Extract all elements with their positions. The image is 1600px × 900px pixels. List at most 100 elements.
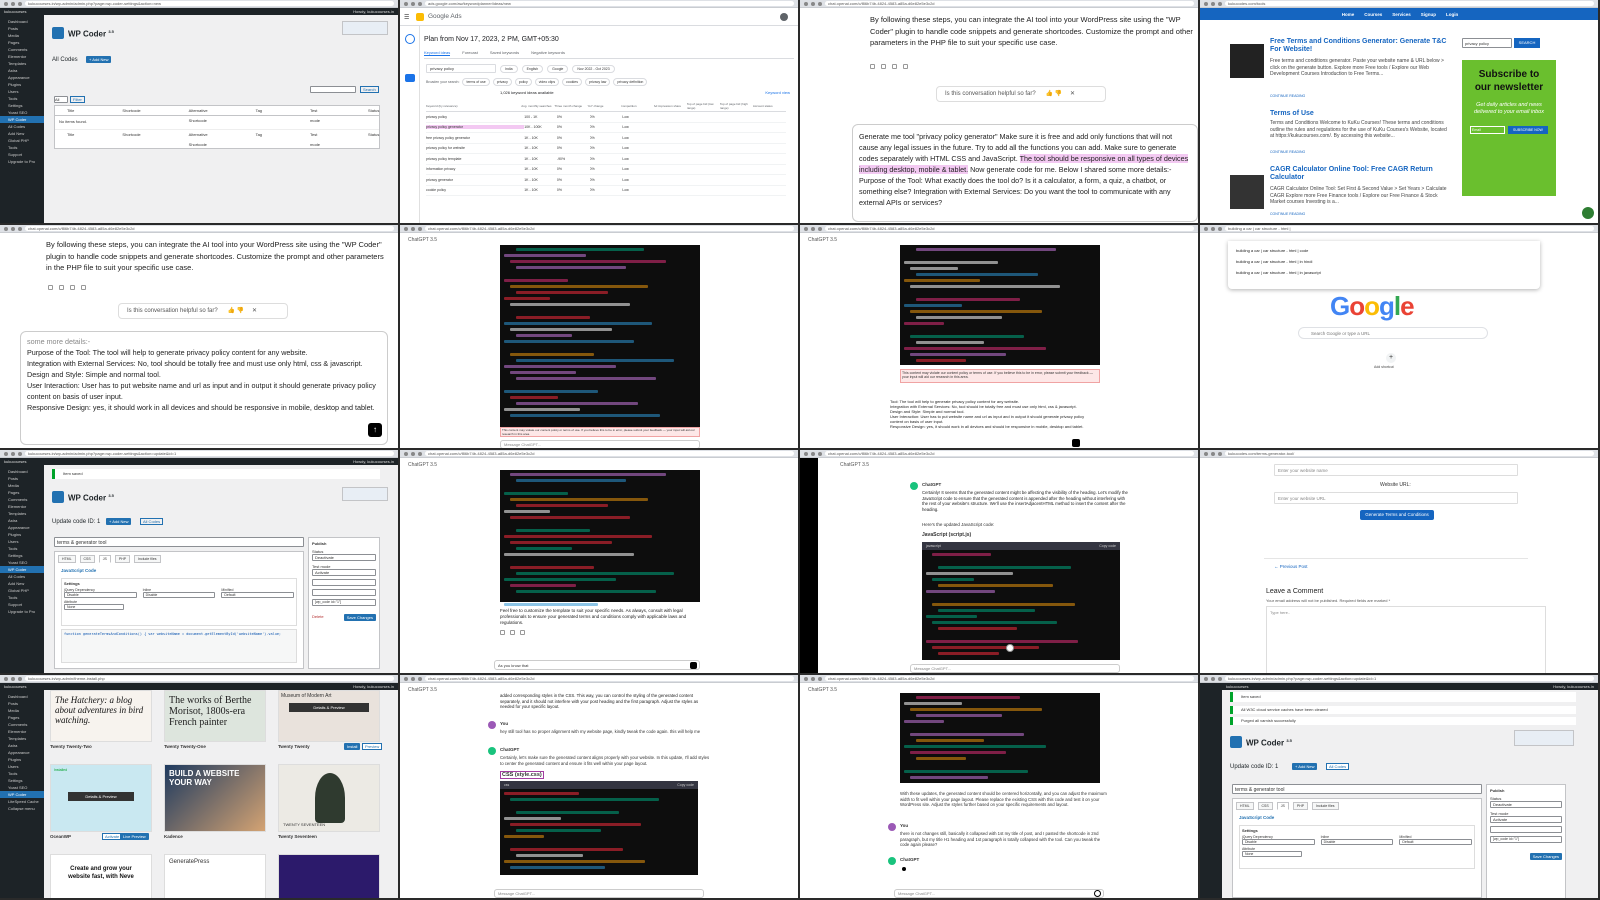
chat-widget-icon[interactable]	[1582, 207, 1594, 219]
sidebar-item[interactable]: Comments	[0, 46, 44, 53]
search-button[interactable]: Search	[360, 86, 379, 93]
theme-card[interactable]	[278, 854, 380, 898]
link-field[interactable]	[312, 589, 376, 596]
address-bar[interactable]: kukucourses.in/wp-admin/admin.php?page=w…	[1225, 676, 1594, 681]
column-header[interactable]: Top of page bid (high range)	[720, 102, 753, 110]
jquery-select[interactable]: Disable	[1242, 839, 1315, 845]
address-bar[interactable]: chat.openai.com/c/f86b74b-4824-4583-a85a…	[825, 451, 1194, 456]
message-input[interactable]: As you know that	[494, 660, 700, 670]
thumbs-down-icon[interactable]: 👎	[237, 308, 244, 314]
sidebar-item[interactable]: Plugins	[0, 531, 44, 538]
column-header[interactable]: Ad impression share	[654, 104, 687, 108]
thumbs-down-icon[interactable]	[520, 630, 525, 635]
table-row[interactable]: information privacy 1K - 10K 0% 0% Low	[426, 165, 786, 175]
regenerate-icon[interactable]	[903, 64, 908, 69]
code-editor[interactable]: function generateTermsAndConditions() { …	[61, 629, 297, 663]
message-input[interactable]: Message ChatGPT...	[894, 889, 1104, 898]
code-tab[interactable]: Include files	[134, 555, 161, 563]
stop-button[interactable]	[1094, 890, 1101, 897]
all-codes-button[interactable]: All Codes	[1326, 763, 1350, 770]
tag-field[interactable]	[1490, 826, 1562, 833]
details-preview-overlay[interactable]: Details & Preview	[68, 792, 134, 801]
subscribe-button[interactable]: SUBSCRIBE NOW	[1507, 126, 1548, 134]
column-header[interactable]: Status	[368, 106, 379, 115]
table-row[interactable]: free privacy policy generator 1K - 10K 0% 0…	[426, 133, 786, 144]
sidebar-item[interactable]: Media	[0, 707, 44, 714]
add-new-button[interactable]: + Add New	[106, 518, 132, 525]
theme-card[interactable]: Museum of Modern Art Details & Preview	[278, 690, 380, 742]
sidebar-item[interactable]: Plugins	[0, 756, 44, 763]
code-tab[interactable]: HTML	[1236, 802, 1254, 810]
sidebar-item[interactable]: Comments	[0, 496, 44, 503]
thumbs-up-icon[interactable]: 👍	[1046, 91, 1053, 97]
theme-card[interactable]: BUILD A WEBSITE YOUR WAY	[164, 764, 266, 832]
message-input[interactable]: Message ChatGPT...	[910, 664, 1120, 673]
delete-link[interactable]: Delete	[312, 614, 324, 621]
code-tab[interactable]: PHP	[114, 555, 131, 563]
post-thumbnail[interactable]	[1230, 44, 1264, 78]
sidebar-item[interactable]: Dashboard	[0, 468, 44, 475]
search-input[interactable]	[310, 86, 356, 93]
tag-field[interactable]	[312, 579, 376, 586]
howdy-label[interactable]: Howdy, kukucourses.in	[353, 8, 394, 15]
save-changes-button[interactable]: Save Changes	[343, 614, 376, 621]
sidebar-item[interactable]: Tools	[0, 770, 44, 777]
top-links-box[interactable]	[1514, 730, 1574, 746]
post-title[interactable]: Terms of Use	[1270, 110, 1314, 117]
sidebar-item[interactable]: Comments	[0, 721, 44, 728]
sidebar-search-input[interactable]: privacy policy	[1462, 38, 1512, 48]
nav-link[interactable]: Login	[1446, 12, 1458, 17]
previous-post-link[interactable]: ← Previous Post	[1274, 564, 1308, 569]
filter-chip[interactable]: English	[521, 65, 544, 73]
email-field[interactable]: Email	[1470, 126, 1505, 134]
sidebar-item[interactable]: Plugins	[0, 81, 44, 88]
sidebar-item[interactable]: Tools	[0, 144, 44, 151]
ads-tab[interactable]: Forecast	[462, 50, 478, 56]
ads-tab[interactable]: Saved keywords	[490, 50, 519, 56]
sidebar-item[interactable]: Tools	[0, 545, 44, 552]
minified-select[interactable]: Default	[221, 592, 295, 598]
code-tab[interactable]: JS	[98, 555, 111, 563]
thumbs-down-icon[interactable]: 👎	[1055, 91, 1062, 97]
thumbs-down-icon[interactable]	[70, 285, 75, 290]
sidebar-item[interactable]: Posts	[0, 475, 44, 482]
live-preview-button[interactable]: Live Preview	[120, 833, 149, 840]
nav-link[interactable]: Courses	[1364, 12, 1382, 17]
send-button[interactable]	[1072, 439, 1080, 447]
save-changes-button[interactable]: Save Changes	[1529, 853, 1562, 860]
sidebar-item[interactable]: Templates	[0, 735, 44, 742]
column-header[interactable]: Avg. monthly searches	[521, 104, 554, 108]
column-header[interactable]: Test mode	[310, 130, 320, 147]
address-bar[interactable]: chat.openai.com/c/f86b74b-4824-4583-a85a…	[425, 676, 794, 681]
keyword-search-input[interactable]: privacy policy	[426, 64, 496, 73]
sidebar-item[interactable]: LiteSpeed Cache	[0, 798, 44, 805]
model-selector[interactable]: ChatGPT 3.5	[808, 687, 837, 693]
model-selector[interactable]: ChatGPT 3.5	[808, 237, 837, 243]
suggestion-item[interactable]: building a car | car structure - html | …	[1236, 256, 1532, 267]
theme-card[interactable]: TWENTY SEVENTEEN	[278, 764, 380, 832]
send-button[interactable]: ↑	[368, 423, 382, 437]
table-row[interactable]: privacy policy template 1K - 10K -90% 0% Low	[426, 154, 786, 165]
code-tab[interactable]: CSS	[1257, 802, 1273, 810]
prompt-textarea[interactable]: some more details:- Purpose of the Tool:…	[20, 331, 388, 445]
details-preview-overlay[interactable]: Details & Preview	[289, 703, 369, 712]
regenerate-icon[interactable]	[81, 285, 86, 290]
table-row[interactable]: privacy policy for website 1K - 10K 0% 0% Lo…	[426, 144, 786, 154]
copy-icon[interactable]	[870, 64, 875, 69]
address-bar[interactable]: chat.openai.com/c/f86b74b-4824-4583-a85a…	[425, 451, 794, 456]
site-name[interactable]: kukucourses	[4, 9, 26, 14]
suggestion-item[interactable]: building a car | car structure - html | …	[1236, 245, 1532, 256]
keyword-chip[interactable]: terms of use	[462, 78, 490, 86]
model-selector[interactable]: ChatGPT 3.5	[408, 462, 437, 468]
top-links-box[interactable]	[342, 21, 388, 35]
install-button[interactable]: Install	[344, 743, 361, 750]
thumbs-up-icon[interactable]	[881, 64, 886, 69]
column-header[interactable]: Alternative Shortcode	[189, 130, 208, 147]
column-header[interactable]: YoY change	[587, 104, 620, 108]
thumbs-up-icon[interactable]: 👍	[228, 308, 235, 314]
all-codes-button[interactable]: All Codes	[140, 518, 164, 525]
google-search-box[interactable]: Search Google or type a URL	[1298, 327, 1488, 339]
column-header[interactable]: Title	[67, 106, 74, 115]
sidebar-item[interactable]: Users	[0, 538, 44, 545]
address-bar[interactable]: chat.openai.com/c/f86b74b-4824-4583-a85a…	[25, 226, 394, 231]
